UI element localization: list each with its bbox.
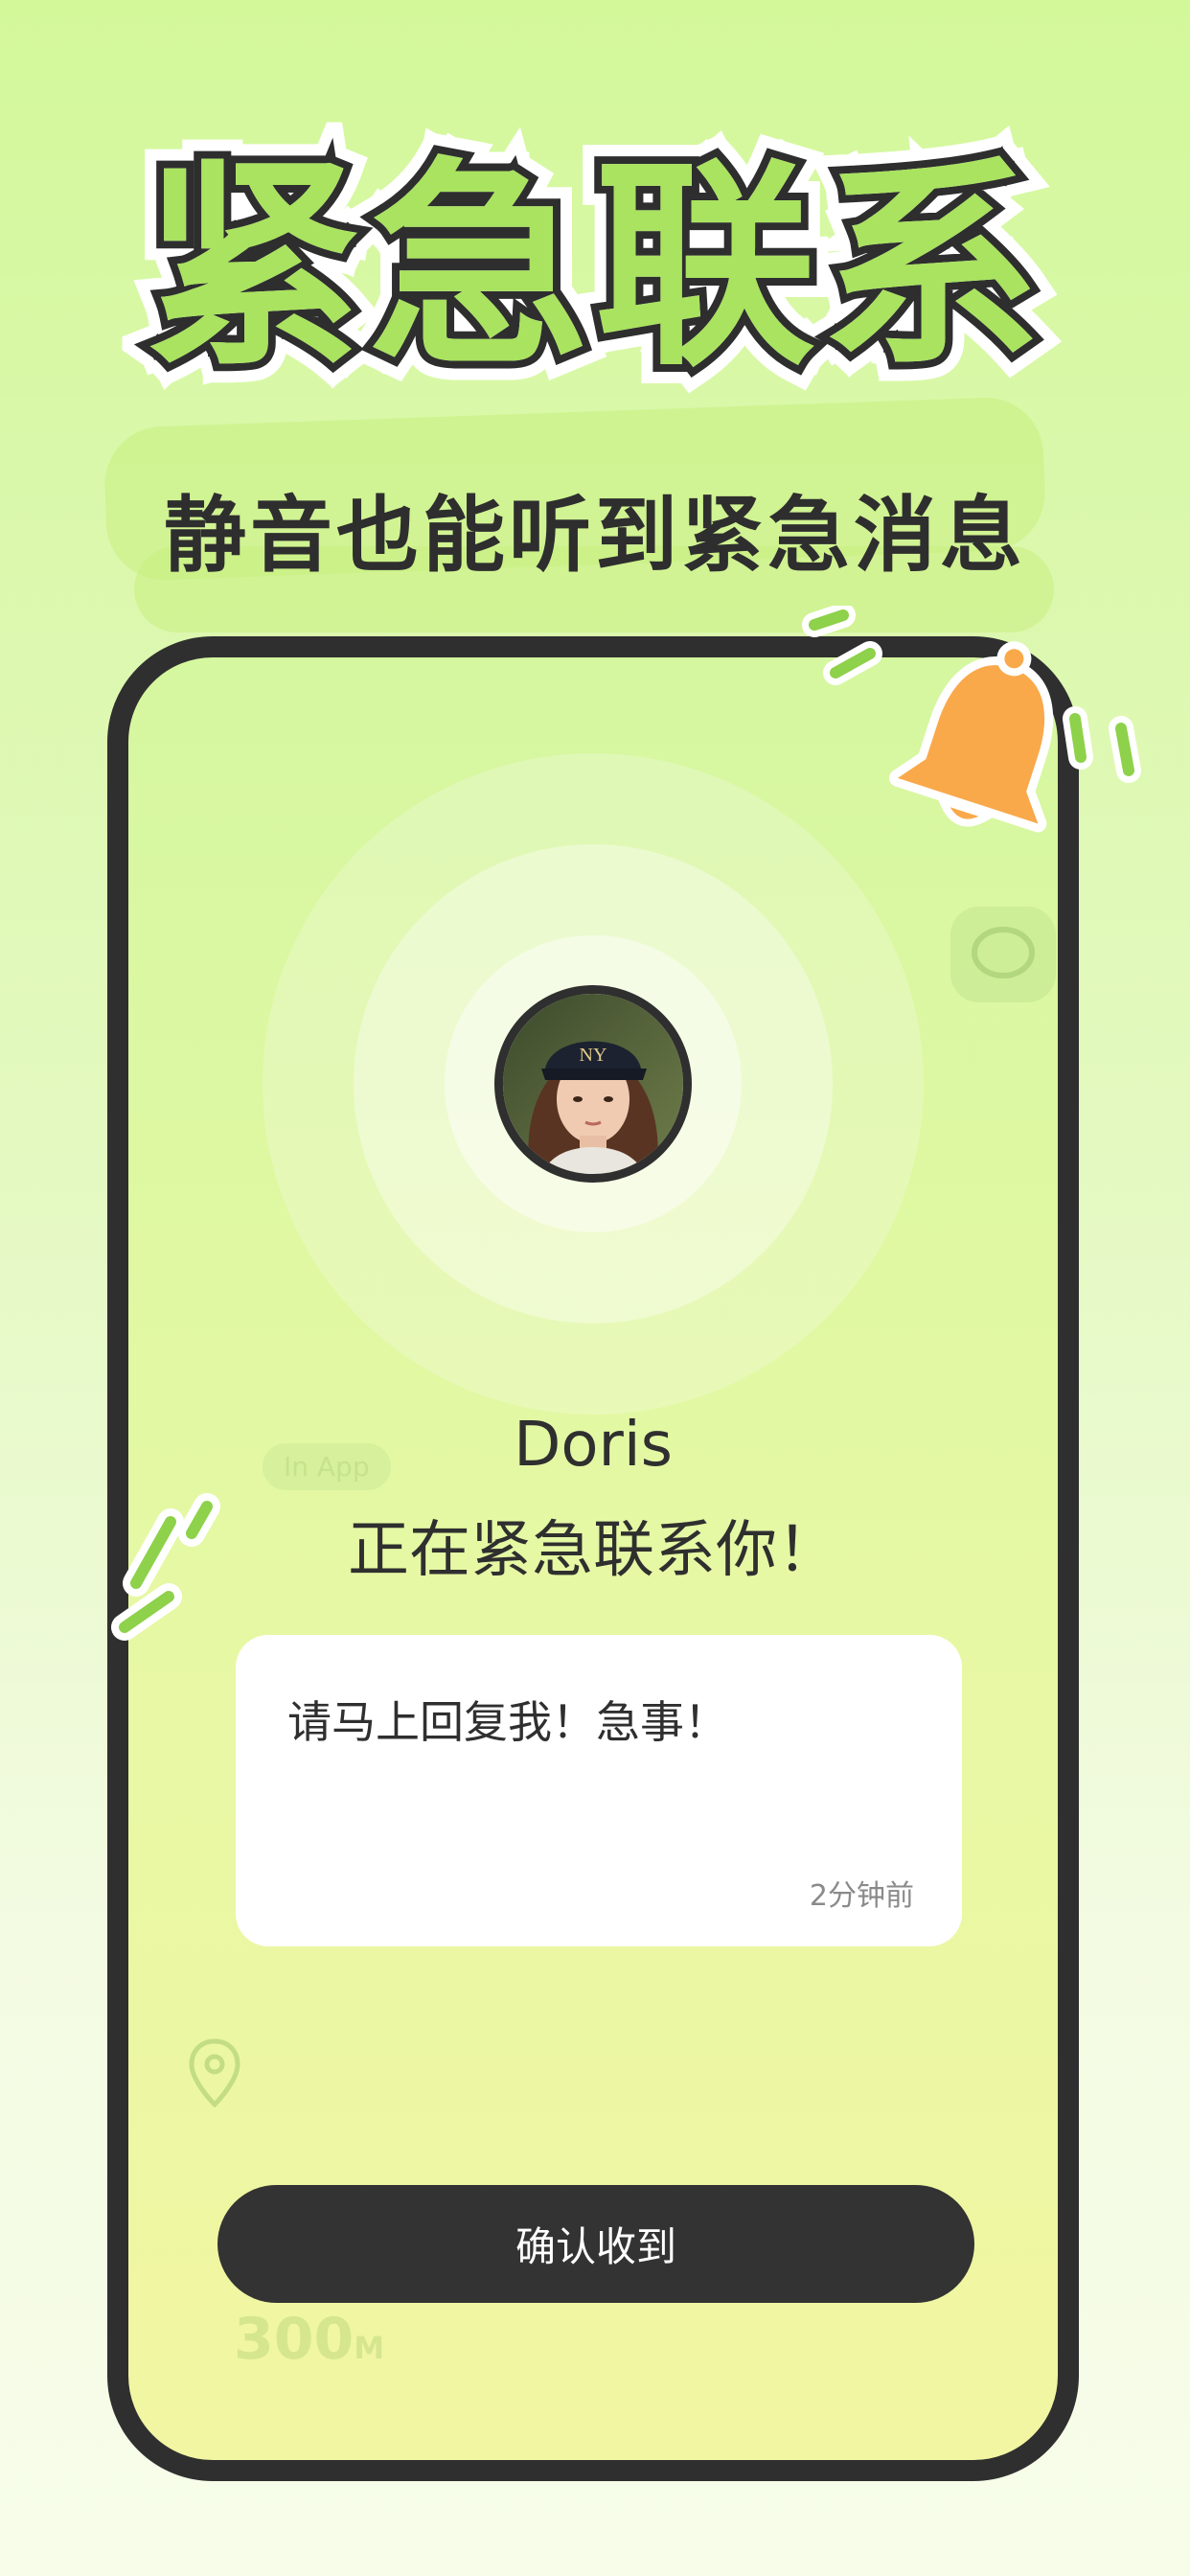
contact-name: Doris (514, 1410, 673, 1481)
confirm-button[interactable]: 确认收到 (217, 2185, 974, 2303)
sound-wave-marks-card (103, 1484, 247, 1669)
message-time: 2分钟前 (809, 1879, 914, 1913)
message-text: 请马上回复我！急事！ (287, 1696, 728, 1748)
distance-value: 300 (234, 2306, 355, 2373)
sound-wave-marks-right (1052, 700, 1157, 809)
sound-wave-marks-left (795, 603, 901, 715)
phone-frame: In App 300M NY Doris 正在紧急联系你！ 请马上回复我！急事！… (107, 636, 1079, 2481)
chat-bubble-icon (950, 907, 1056, 1006)
location-pin-icon (186, 2037, 243, 2118)
svg-text:NY: NY (580, 1045, 607, 1066)
avatar: NY (494, 985, 692, 1183)
subtitle: 静音也能听到紧急消息 (164, 488, 1026, 584)
distance-unit: M (354, 2330, 385, 2366)
message-card: 请马上回复我！急事！ 2分钟前 (236, 1635, 962, 1946)
headline: 紧急联系 (135, 140, 1049, 396)
background-distance: 300M (234, 2306, 384, 2373)
contact-status: 正在紧急联系你！ (348, 1515, 838, 1586)
